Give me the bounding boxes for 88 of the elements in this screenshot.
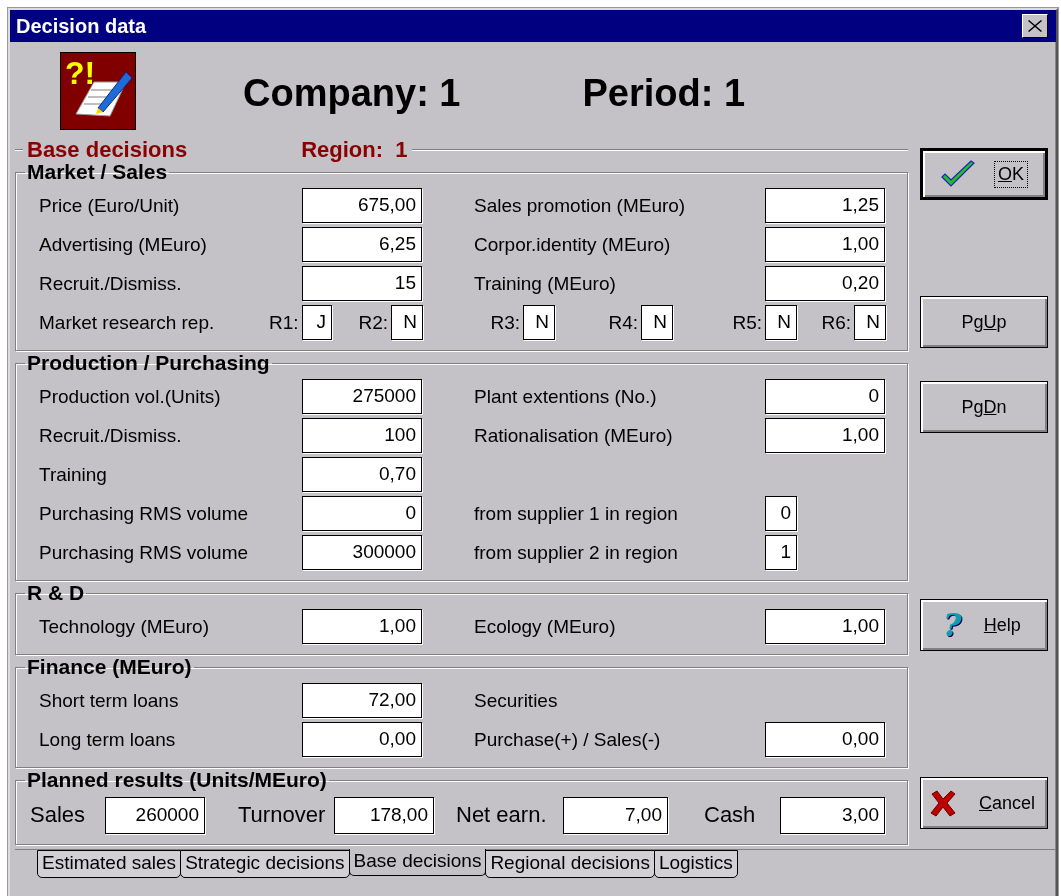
group-title: Planned results (Units/MEuro) [26,770,328,790]
field-label: R5: [732,311,762,334]
field-label: Technology (MEuro) [39,615,211,638]
field-label: Sales promotion (MEuro) [474,194,687,217]
field-label: from supplier 1 in region [474,502,679,525]
field-label: Training [39,463,108,486]
field-label: Securities [474,689,559,712]
number-field[interactable]: 0,20 [765,266,885,301]
letter-field[interactable]: N [391,305,423,340]
number-field[interactable]: 1,00 [765,609,885,644]
field-label: Net earn. [456,802,548,828]
field-label: from supplier 2 in region [474,541,679,564]
letter-field[interactable]: N [765,305,797,340]
section-title: Base decisions [26,137,189,163]
number-field[interactable]: 3,00 [780,796,885,834]
field-label: Long term loans [39,728,177,751]
field-label: Production vol.(Units) [39,385,222,408]
number-field[interactable]: 178,00 [334,796,434,834]
number-field[interactable]: 300000 [302,535,422,570]
number-field[interactable]: 7,00 [563,796,668,834]
tab[interactable]: Logistics [653,850,738,878]
letter-field[interactable]: N [854,305,886,340]
tab[interactable]: Regional decisions [485,850,655,878]
page-button[interactable]: PgUp [920,296,1048,348]
field-label: Price (Euro/Unit) [39,194,181,217]
field-label: Training (MEuro) [474,272,617,295]
number-field[interactable]: 100 [302,418,422,453]
window-title: Decision data [16,14,147,38]
number-field[interactable]: 0 [765,496,797,531]
region-label: Region: 1 [300,137,409,163]
field-label: Purchasing RMS volume [39,541,250,564]
number-field[interactable]: 675,00 [302,188,422,223]
number-field[interactable]: 275000 [302,379,422,414]
number-field[interactable]: 1,00 [765,227,885,262]
close-button[interactable] [1022,14,1048,38]
number-field[interactable]: 260000 [105,796,205,834]
letter-field[interactable]: N [641,305,673,340]
letter-field[interactable]: J [301,305,332,340]
field-label: Rationalisation (MEuro) [474,424,674,447]
number-field[interactable]: 1,00 [302,609,422,644]
group-title: Market / Sales [26,162,169,182]
field-label: Cash [704,802,757,828]
field-label: Ecology (MEuro) [474,615,617,638]
field-label: Corpor.identity (MEuro) [474,233,672,256]
tab[interactable]: Strategic decisions [180,850,350,878]
number-field[interactable]: 0,00 [765,722,885,757]
dialog-button[interactable]: ? Help [920,599,1048,651]
check-icon [940,159,976,189]
cross-icon [929,789,957,817]
number-field[interactable]: 0,00 [302,722,422,757]
number-field[interactable]: 6,25 [302,227,422,262]
field-label: Sales [30,802,87,828]
number-field[interactable]: 72,00 [302,683,422,718]
field-label: Short term loans [39,689,180,712]
number-field[interactable]: 1,00 [765,418,885,453]
number-field[interactable]: 15 [302,266,422,301]
group-title: Finance (MEuro) [26,657,193,677]
field-label: Purchase(+) / Sales(-) [474,728,662,751]
field-label: Market research rep. [39,311,215,334]
field-label: R1: [269,311,299,334]
field-label: Plant extentions (No.) [474,385,658,408]
number-field[interactable]: 0 [765,379,885,414]
field-label: R3: [490,311,520,334]
notepad-pencil-icon: ?! [60,52,136,130]
number-field[interactable]: 1 [765,535,797,570]
group-title: Production / Purchasing [26,353,271,373]
field-label: Turnover [238,802,327,828]
tab[interactable]: Base decisions [348,849,487,876]
field-label: R2: [358,311,388,334]
field-label: Advertising (MEuro) [39,233,208,256]
period-heading: Period: 1 [582,72,746,115]
field-label: Recruit./Dismiss. [39,424,183,447]
number-field[interactable]: 0,70 [302,457,422,492]
number-field[interactable]: 0 [302,496,422,531]
tab[interactable]: Estimated sales [37,850,182,878]
dialog-button[interactable]: Cancel [920,777,1048,829]
field-label: R6: [821,311,851,334]
field-label: Purchasing RMS volume [39,502,250,525]
question-mark-icon: ? [943,606,962,644]
number-field[interactable]: 1,25 [765,188,885,223]
group-title: R & D [26,583,86,603]
letter-field[interactable]: N [523,305,555,340]
dialog-button[interactable]: OK [920,148,1048,200]
field-label: Recruit./Dismiss. [39,272,183,295]
close-icon [1028,20,1042,32]
page-button[interactable]: PgDn [920,381,1048,433]
field-label: R4: [608,311,638,334]
company-heading: Company: 1 [243,72,461,115]
